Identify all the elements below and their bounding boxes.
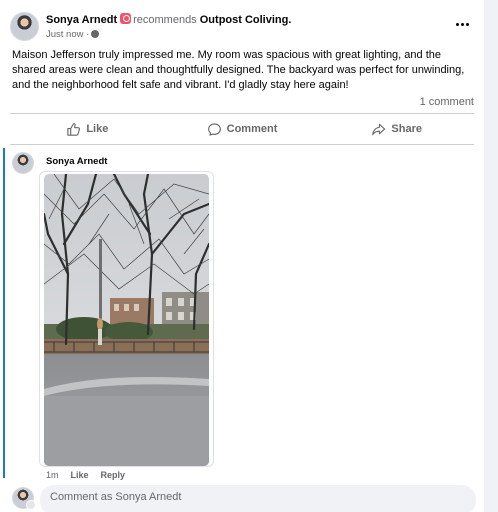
post-header-line: Sonya Arnedt recommends Outpost Coliving. (46, 13, 291, 26)
share-label: Share (391, 123, 422, 135)
share-icon (372, 123, 386, 135)
more-dot-icon (465, 22, 469, 26)
like-button[interactable]: Like (10, 118, 165, 140)
comment-video-thumbnail[interactable] (44, 174, 209, 466)
more-dot-icon (455, 22, 459, 26)
divider (10, 144, 474, 145)
comment-icon (207, 122, 221, 136)
recommend-label: recommends (133, 14, 197, 26)
like-label: Like (86, 123, 109, 135)
more-dot-icon (460, 22, 464, 26)
post-timestamp[interactable]: Just now · (46, 29, 100, 40)
comment-meta: 1m Like Reply (46, 470, 125, 480)
timestamp-text: Just now · (46, 29, 90, 40)
comment-input[interactable]: Comment as Sonya Arnedt (40, 485, 476, 512)
page-name-link[interactable]: Outpost Coliving. (200, 14, 292, 26)
comment-reply-link[interactable]: Reply (101, 470, 126, 480)
post-body-text: Maison Jefferson truly impressed me. My … (12, 49, 465, 91)
comment-thread-indicator (3, 148, 5, 478)
comment-like-link[interactable]: Like (71, 470, 89, 480)
divider (10, 113, 474, 114)
post-actions-bar: Like Comment Share (10, 118, 474, 140)
chevron-down-icon[interactable] (26, 500, 36, 510)
author-avatar[interactable] (10, 12, 39, 41)
comment-author-name[interactable]: Sonya Arnedt (46, 156, 107, 167)
comment-count-link[interactable]: 1 comment (420, 96, 474, 108)
comment-label: Comment (226, 123, 278, 135)
commenter-avatar[interactable] (12, 152, 34, 174)
globe-icon (91, 30, 100, 38)
comment-time[interactable]: 1m (46, 470, 59, 480)
recommend-icon (120, 13, 132, 24)
comment-button[interactable]: Comment (165, 118, 320, 140)
comment-input-placeholder: Comment as Sonya Arnedt (50, 491, 182, 503)
share-button[interactable]: Share (319, 118, 474, 140)
post-card: Sonya Arnedt recommends Outpost Coliving.… (0, 0, 484, 512)
author-name[interactable]: Sonya Arnedt (46, 14, 117, 26)
page-background-strip (484, 0, 498, 512)
more-options-button[interactable] (452, 18, 472, 30)
thumbs-up-icon (67, 122, 81, 136)
park-scene-image (44, 174, 209, 466)
